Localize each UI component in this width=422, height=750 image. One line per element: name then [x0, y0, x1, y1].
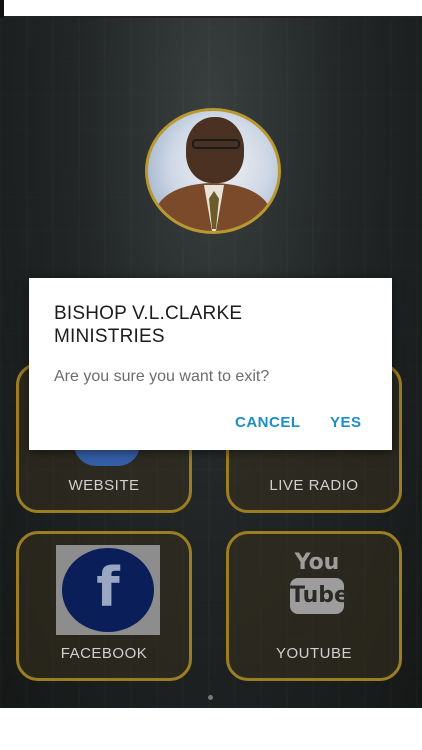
youtube-tube-text: Tube	[290, 578, 349, 614]
photo-head	[186, 117, 244, 183]
youtube-tile-label: YOUTUBE	[275, 645, 352, 662]
facebook-f-glyph: f	[96, 556, 120, 619]
yes-button[interactable]: YES	[330, 414, 362, 431]
youtube-you-text: You	[294, 550, 340, 575]
cancel-button[interactable]: CANCEL	[235, 414, 301, 431]
facebook-tile[interactable]: f FACEBOOK	[16, 531, 192, 681]
navigation-bar-area	[0, 708, 422, 750]
youtube-icon: You Tube	[289, 550, 349, 626]
facebook-circle: f	[62, 548, 154, 632]
youtube-tile[interactable]: You Tube YOUTUBE	[226, 531, 402, 681]
website-tile-label: WEBSITE	[68, 477, 140, 494]
status-bar	[0, 0, 422, 18]
facebook-tile-label: FACEBOOK	[60, 645, 148, 662]
photo-glasses	[192, 139, 240, 149]
page-indicator-dot	[208, 695, 213, 700]
bishop-profile-photo	[145, 108, 281, 234]
dialog-title: BISHOP V.L.CLARKE MINISTRIES	[54, 303, 243, 347]
exit-dialog: BISHOP V.L.CLARKE MINISTRIES Are you sur…	[29, 278, 392, 450]
live-radio-tile-label: LIVE RADIO	[269, 477, 359, 494]
dialog-message: Are you sure you want to exit?	[54, 368, 270, 385]
facebook-icon: f	[56, 545, 160, 635]
